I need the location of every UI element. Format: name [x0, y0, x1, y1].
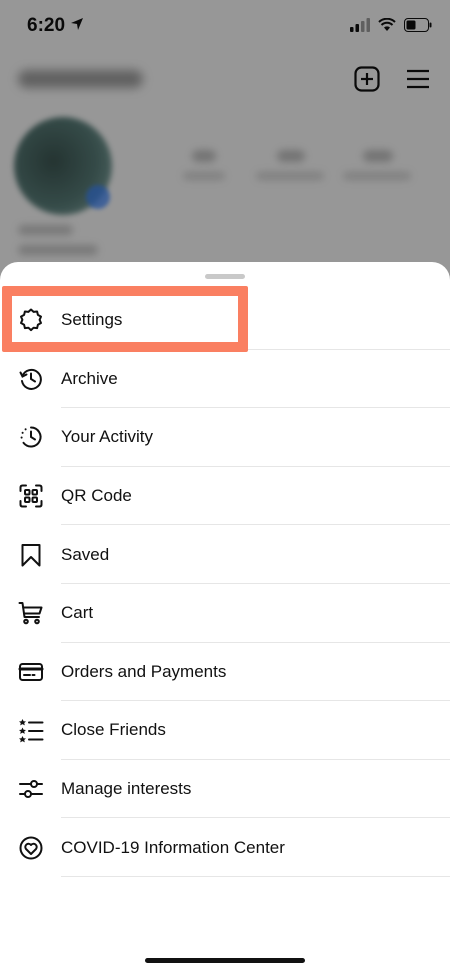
options-menu: Settings Archive Your Activity QR Code S… [0, 291, 450, 877]
menu-item-archive[interactable]: Archive [0, 350, 450, 409]
card-icon [17, 658, 45, 686]
activity-clock-icon [17, 423, 45, 451]
menu-item-qr-code[interactable]: QR Code [0, 467, 450, 526]
menu-item-manage-interests[interactable]: Manage interests [0, 760, 450, 819]
sliders-icon [17, 775, 45, 803]
menu-item-cart[interactable]: Cart [0, 584, 450, 643]
archive-history-icon [17, 365, 45, 393]
options-bottom-sheet: Settings Archive Your Activity QR Code S… [0, 262, 450, 973]
menu-item-label: Cart [61, 603, 94, 623]
menu-item-covid-19-information-center[interactable]: COVID-19 Information Center [0, 818, 450, 877]
menu-item-label: Manage interests [61, 779, 192, 799]
menu-item-label: Close Friends [61, 720, 166, 740]
qr-code-icon [17, 482, 45, 510]
menu-item-your-activity[interactable]: Your Activity [0, 408, 450, 467]
cart-icon [17, 599, 45, 627]
menu-item-label: Saved [61, 544, 110, 564]
star-list-icon [17, 716, 45, 744]
menu-item-orders-and-payments[interactable]: Orders and Payments [0, 643, 450, 702]
settings-highlight-box [2, 286, 248, 352]
heart-badge-icon [17, 834, 45, 862]
menu-item-label: Archive [61, 368, 118, 388]
home-indicator[interactable] [145, 958, 305, 963]
menu-item-label: COVID-19 Information Center [61, 837, 285, 857]
menu-item-label: Your Activity [61, 427, 153, 447]
separator [61, 875, 450, 877]
menu-item-label: QR Code [61, 486, 132, 506]
sheet-grabber[interactable] [205, 274, 245, 279]
bookmark-icon [17, 541, 45, 569]
menu-item-label: Orders and Payments [61, 661, 227, 681]
menu-item-saved[interactable]: Saved [0, 525, 450, 584]
menu-item-close-friends[interactable]: Close Friends [0, 701, 450, 760]
